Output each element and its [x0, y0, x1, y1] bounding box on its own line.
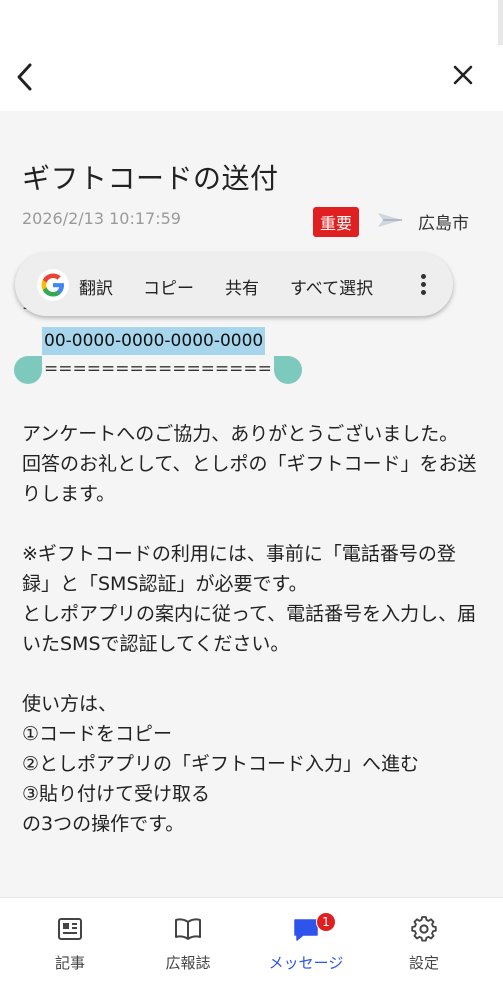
important-badge: 重要	[313, 207, 360, 237]
body-paragraph: アンケートへのご協力、ありがとうございました。	[22, 423, 459, 445]
body-paragraph: の3つの操作です。	[22, 813, 185, 835]
status-bar	[0, 0, 503, 45]
selection-handle-start[interactable]	[14, 356, 42, 384]
bottom-tab-bar: 記事 広報誌 1 メッセージ 設定	[0, 897, 503, 1001]
google-g-icon[interactable]	[37, 269, 69, 301]
tab-articles[interactable]: 記事	[20, 898, 120, 978]
body-paragraph: ③貼り付けて受け取る	[22, 783, 211, 805]
body-paragraph	[22, 509, 482, 539]
tab-label: 記事	[54, 954, 85, 972]
select-all-menu-item[interactable]: すべて選択	[290, 274, 373, 299]
body-paragraph: 回答のお礼として、としポの「ギフトコード」をお送りします。	[22, 453, 477, 505]
tab-label: 設定	[408, 954, 439, 972]
text-selection-menu: 翻訳 コピー 共有 すべて選択	[15, 253, 453, 316]
article-date: 2026/2/13 10:17:59	[22, 209, 181, 228]
share-menu-item[interactable]: 共有	[225, 274, 259, 299]
close-button[interactable]	[451, 63, 475, 87]
book-icon	[175, 918, 201, 940]
tab-messages[interactable]: 1 メッセージ	[256, 898, 356, 978]
close-icon	[453, 65, 473, 85]
separator-line: ================	[44, 359, 272, 379]
article-title: ギフトコードの送付	[22, 162, 279, 195]
tab-label: メッセージ	[268, 954, 344, 972]
more-vertical-icon[interactable]	[415, 272, 431, 298]
tab-label: 広報誌	[165, 954, 211, 972]
body-paragraph: ①コードをコピー	[22, 723, 173, 745]
body-paragraph	[22, 659, 482, 689]
body-paragraph: としポアプリの案内に従って、電話番号を入力し、届いたSMSで認証してください。	[22, 603, 477, 655]
chevron-left-icon	[17, 63, 32, 91]
article-content[interactable]: ギフトコードの送付 2026/2/13 10:17:59 重要 広島市 = 00…	[0, 111, 503, 897]
article-meta: 2026/2/13 10:17:59 重要 広島市	[22, 207, 482, 237]
tab-settings[interactable]: 設定	[374, 898, 474, 978]
sender-name: 広島市	[418, 214, 469, 234]
selection-handle-end[interactable]	[274, 356, 302, 384]
selected-gift-code[interactable]: 00-0000-0000-0000-0000	[42, 327, 266, 355]
body-paragraph: 使い方は、	[22, 693, 118, 715]
copy-menu-item[interactable]: コピー	[143, 274, 194, 299]
body-paragraph: ②としポアプリの「ギフトコード入力」へ進む	[22, 753, 420, 775]
back-button[interactable]	[12, 59, 40, 95]
gift-code-line[interactable]: 00-0000-0000-0000-0000	[42, 327, 266, 355]
article-body: アンケートへのご協力、ありがとうございました。 回答のお礼として、としポの「ギフ…	[22, 419, 482, 839]
gear-icon	[411, 916, 437, 942]
unread-count-badge: 1	[316, 912, 336, 932]
top-header	[0, 45, 503, 111]
newspaper-icon	[58, 918, 82, 940]
body-paragraph: ※ギフトコードの利用には、事前に「電話番号の登録」と「SMS認証」が必要です。	[22, 543, 456, 595]
tab-magazine[interactable]: 広報誌	[138, 898, 238, 978]
paper-plane-icon	[378, 213, 402, 227]
translate-menu-item[interactable]: 翻訳	[79, 274, 113, 299]
